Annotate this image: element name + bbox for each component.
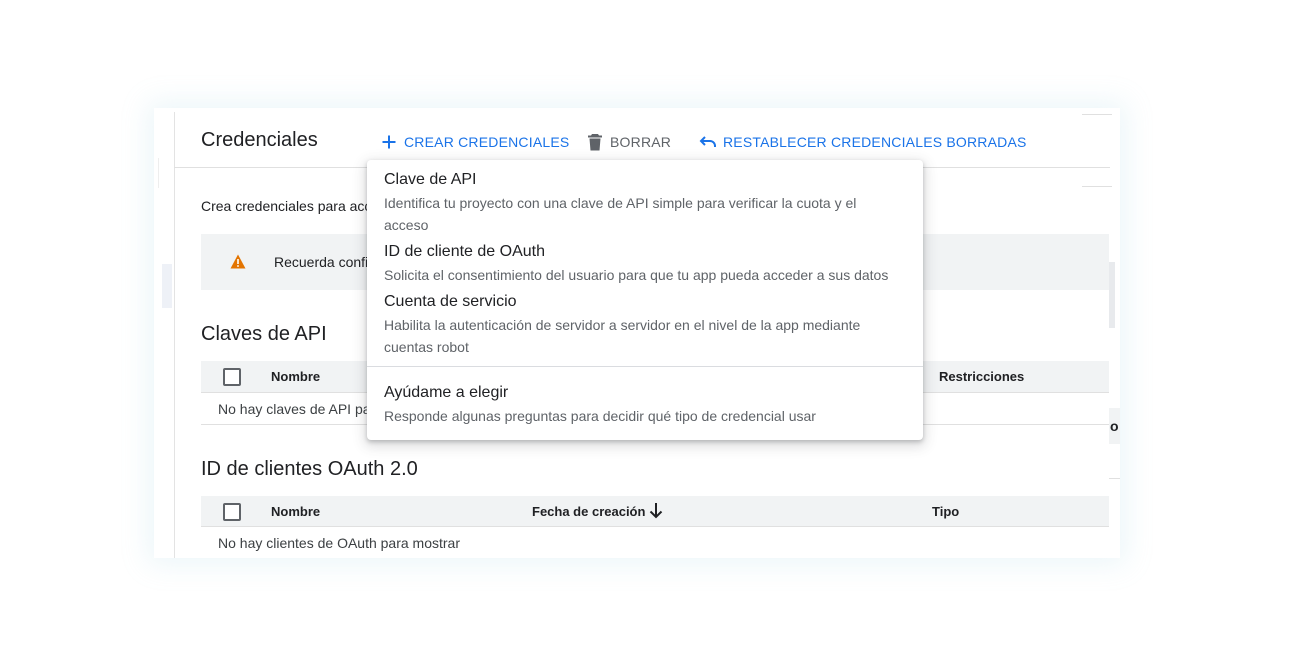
menu-item-description: Habilita la autenticación de servidor a … [384,317,861,355]
menu-divider [367,366,923,367]
top-right-line [1082,114,1112,115]
left-panel-edge [158,158,159,188]
right-edge-line-2 [1109,478,1120,479]
menu-item-title: Cuenta de servicio [384,293,517,310]
intro-text: Crea credenciales para acc [201,198,372,214]
oauth-header-divider [201,526,1109,527]
api-keys-col-name[interactable]: Nombre [271,369,320,384]
left-panel-highlight [162,264,172,308]
left-panel-border [174,112,175,558]
menu-item-service-account[interactable]: Cuenta de servicio Habilita la autentica… [367,290,923,360]
api-keys-edge-char: o [1110,418,1119,434]
oauth-title: ID de clientes OAuth 2.0 [201,458,418,480]
trash-icon [586,133,604,151]
add-icon [380,133,398,151]
undo-icon [699,133,717,151]
credentials-panel: Credenciales CREAR CREDENCIALES BORRAR R… [154,108,1120,558]
create-credentials-label: CREAR CREDENCIALES [404,134,570,150]
menu-item-description: Responde algunas preguntas para decidir … [384,408,816,424]
menu-item-title: ID de cliente de OAuth [384,243,545,260]
oauth-empty-message: No hay clientes de OAuth para mostrar [218,535,461,551]
page-title: Credenciales [201,129,318,151]
sort-descending-icon[interactable] [648,502,664,525]
api-keys-empty-message: No hay claves de API pa [218,401,371,417]
oauth-col-type[interactable]: Tipo [932,504,959,519]
api-keys-title: Claves de API [201,323,327,345]
oauth-table-header: Nombre Fecha de creación Tipo [201,496,1109,526]
menu-item-help-me-choose[interactable]: Ayúdame a elegir Responde algunas pregun… [367,381,923,429]
delete-label: BORRAR [610,134,672,150]
menu-item-description: Identifica tu proyecto con una clave de … [384,195,857,233]
delete-button[interactable]: BORRAR [586,130,671,154]
oauth-col-date[interactable]: Fecha de creación [532,504,645,519]
create-credentials-button[interactable]: CREAR CREDENCIALES [380,130,569,154]
menu-item-description: Solicita el consentimiento del usuario p… [384,267,889,283]
menu-item-title: Clave de API [384,171,477,188]
oauth-select-all-checkbox[interactable] [223,503,241,521]
banner-scrollbar[interactable] [1109,262,1115,328]
api-keys-col-restrictions[interactable]: Restricciones [939,369,1024,384]
warning-text: Recuerda confi [274,254,369,270]
right-edge-line [1082,186,1112,187]
create-credentials-menu: Clave de API Identifica tu proyecto con … [367,160,923,440]
api-keys-select-all-checkbox[interactable] [223,368,241,386]
menu-item-oauth-client-id[interactable]: ID de cliente de OAuth Solicita el conse… [367,240,923,286]
restore-credentials-button[interactable]: RESTABLECER CREDENCIALES BORRADAS [699,130,1027,154]
warning-icon [230,254,246,274]
restore-credentials-label: RESTABLECER CREDENCIALES BORRADAS [723,134,1027,150]
menu-item-title: Ayúdame a elegir [384,384,509,401]
menu-item-api-key[interactable]: Clave de API Identifica tu proyecto con … [367,168,923,238]
oauth-col-name[interactable]: Nombre [271,504,320,519]
